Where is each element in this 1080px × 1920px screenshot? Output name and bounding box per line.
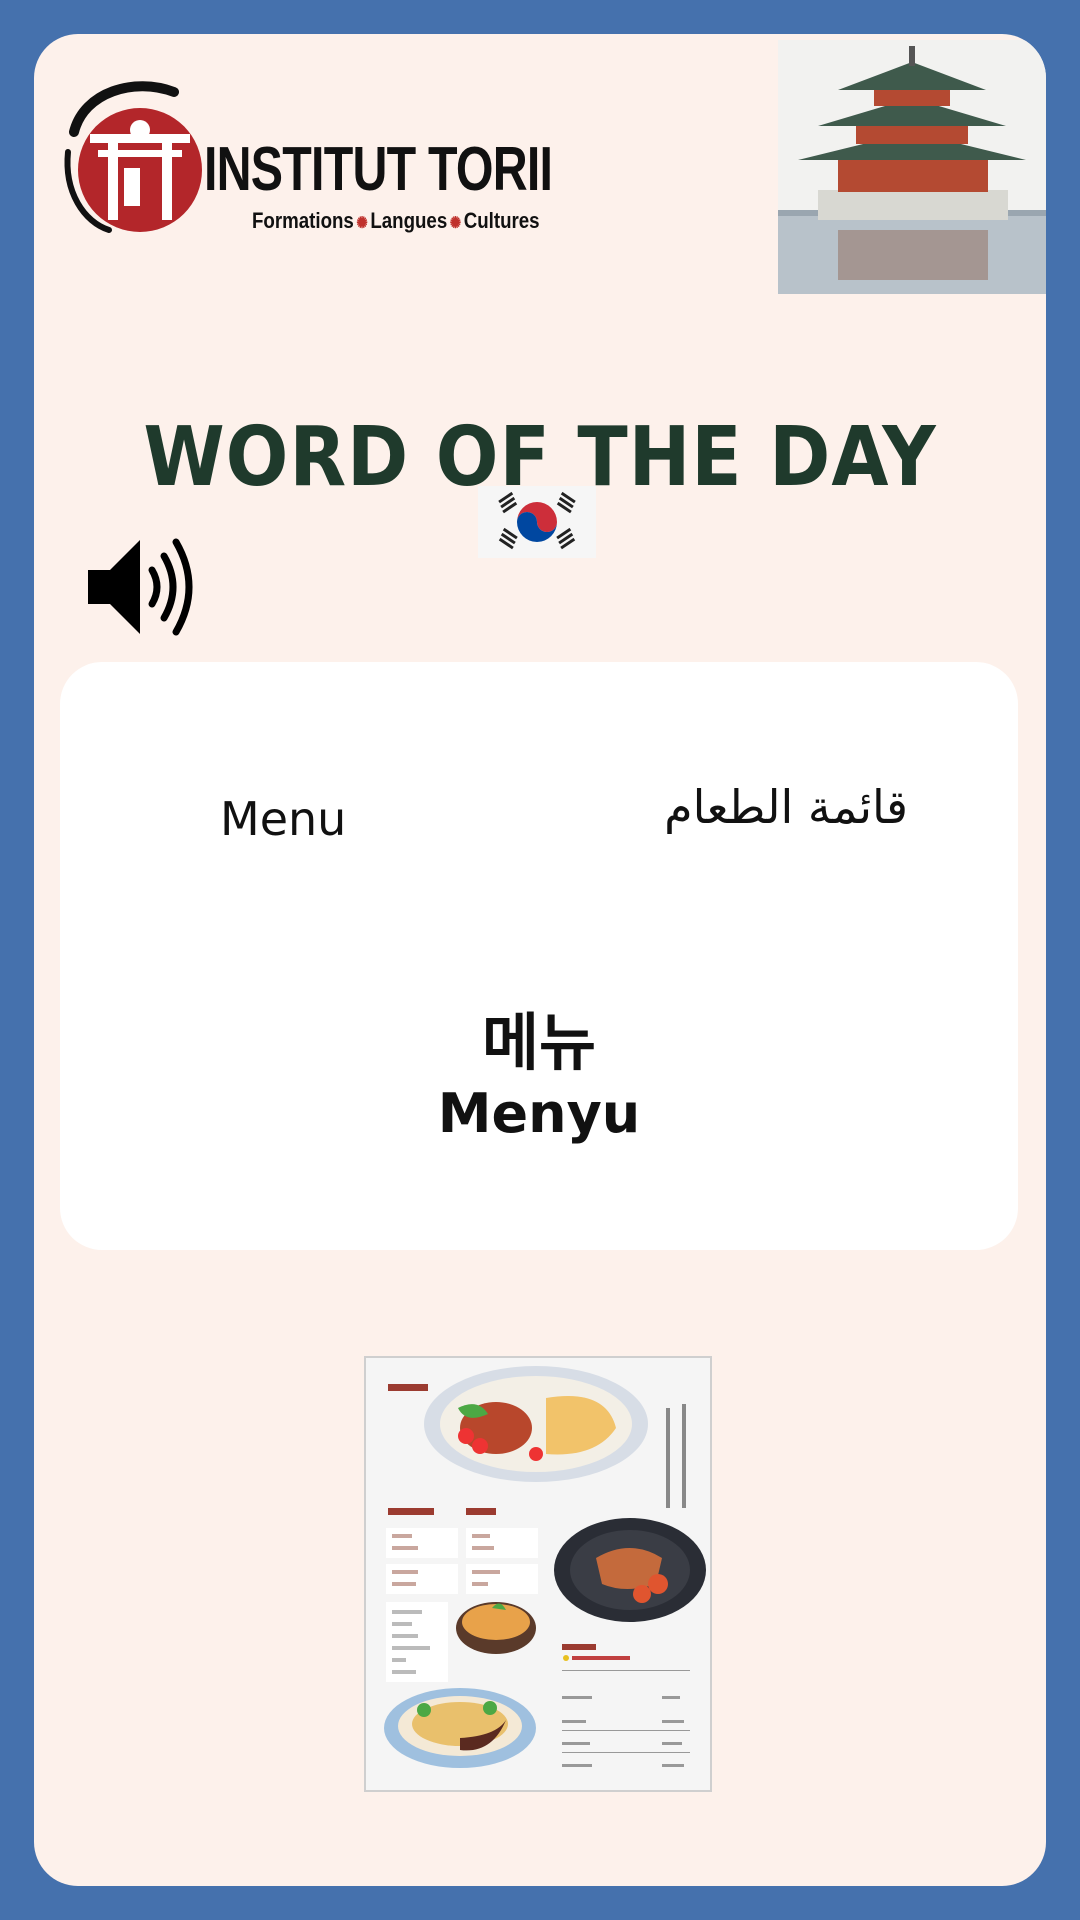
- word-romanization: Menyu: [437, 1082, 641, 1145]
- brand-tagline: Formations ✺ Langues ✺ Cultures: [252, 208, 540, 234]
- torii-logo-icon: [64, 81, 202, 233]
- south-korea-flag-icon: [478, 486, 596, 558]
- menu-illustration-image: [364, 1356, 712, 1792]
- word-panel: Menu قائمة الطعام 메뉴 Menyu: [60, 662, 1018, 1250]
- tagline-separator-icon: ✺: [449, 215, 462, 232]
- tagline-formations: Formations: [252, 208, 354, 233]
- word-korean: 메뉴: [481, 1006, 597, 1079]
- word-french: Menu: [220, 792, 347, 846]
- tagline-cultures: Cultures: [463, 208, 540, 233]
- word-card: INSTITUT TORII Formations ✺ Langues ✺ Cultur…: [34, 34, 1046, 1886]
- word-arabic: قائمة الطعام: [664, 780, 908, 834]
- speaker-icon[interactable]: [86, 532, 196, 642]
- brand-name: INSTITUT TORII: [204, 135, 553, 204]
- pagoda-image: [778, 40, 1046, 294]
- brand-logo: INSTITUT TORII Formations ✺ Langues ✺ Cultur…: [54, 72, 553, 242]
- tagline-separator-icon: ✺: [356, 215, 368, 232]
- tagline-langues: Langues: [370, 208, 448, 233]
